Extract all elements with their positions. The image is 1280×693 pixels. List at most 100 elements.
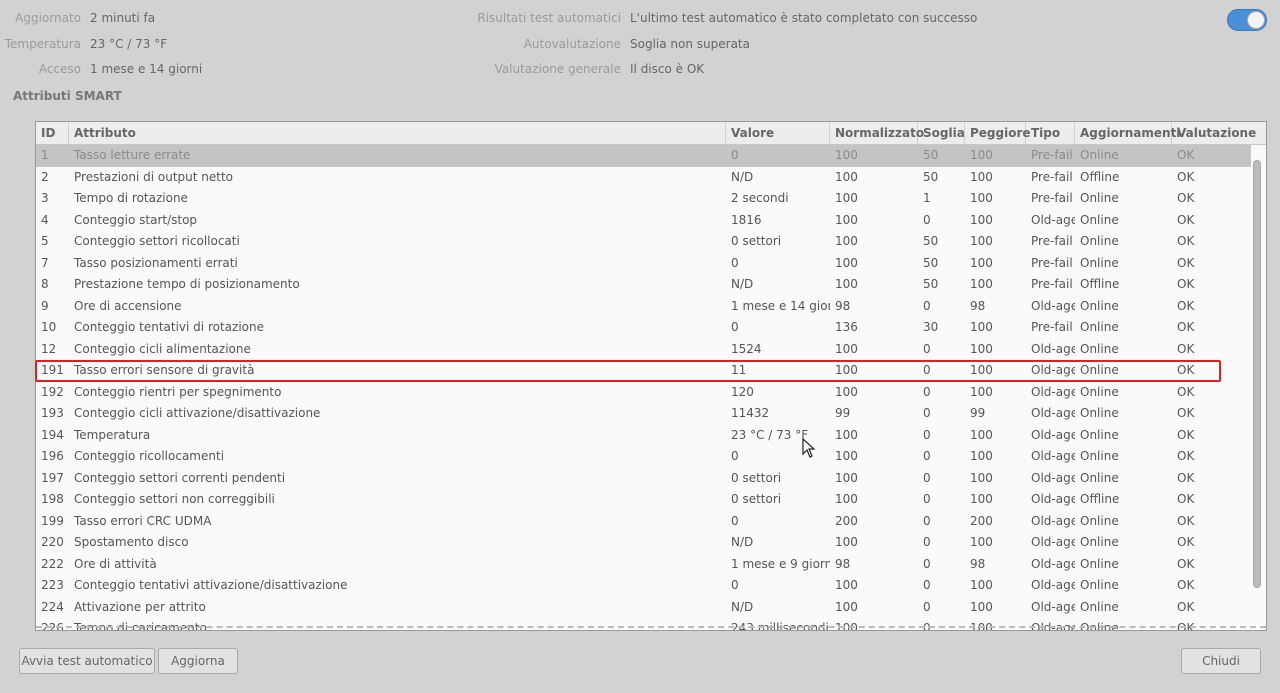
vertical-scrollbar[interactable] [1253, 160, 1261, 588]
table-row[interactable]: 196 Conteggio ricollocamenti 0 100 0 100 Old-a… [36, 446, 1251, 468]
table-body: 1 Tasso letture errate 0 100 50 100 Pre-fail On… [36, 145, 1251, 631]
column-header-normalized[interactable]: Normalizzato [830, 122, 924, 144]
column-header-attribute[interactable]: Attributo [69, 122, 726, 144]
table-row[interactable]: 192 Conteggio rientri per spegnimento 120 1… [36, 382, 1251, 404]
start-selftest-button[interactable]: Avvia test automatico [19, 648, 155, 674]
cell-threshold: 0 [923, 384, 931, 399]
table-row[interactable]: 8 Prestazione tempo di posizionamento N/D 1… [36, 274, 1251, 296]
table-row[interactable]: 1 Tasso letture errate 0 100 50 100 Pre-fail On… [36, 145, 1251, 167]
cell-type: Old-age [1031, 556, 1075, 571]
column-header-type[interactable]: Tipo [1026, 122, 1075, 144]
table-row[interactable]: 197 Conteggio settori correnti pendenti 0 … [36, 468, 1251, 490]
cell-id: 196 [41, 449, 64, 463]
cell-type: Old-age [1031, 449, 1075, 463]
self-assessment-value: Soglia non superata [630, 37, 750, 51]
cell-attribute: Tasso errori sensore di gravità [74, 363, 255, 377]
cell-worst: 99 [970, 406, 986, 420]
table-row[interactable]: 10 Conteggio tentativi di rotazione 0 136 30… [36, 317, 1251, 339]
cell-value: 0 [731, 255, 739, 270]
cell-type: Pre-fail [1031, 255, 1073, 270]
cell-assessment: OK [1177, 191, 1195, 205]
cell-threshold: 0 [923, 406, 931, 420]
table-row[interactable]: 198 Conteggio settori non correggibili 0 s… [36, 489, 1251, 511]
refresh-button[interactable]: Aggiorna [158, 648, 238, 674]
cell-normalized: 100 [835, 277, 858, 291]
column-header-assessment[interactable]: Valutazione [1172, 122, 1256, 144]
cell-type: Pre-fail [1031, 320, 1073, 334]
cell-id: 194 [41, 427, 64, 442]
cell-normalized: 100 [835, 384, 858, 399]
cell-type: Pre-fail [1031, 148, 1073, 162]
table-row[interactable]: 3 Tempo di rotazione 2 secondi 100 1 100 Pre-f… [36, 188, 1251, 210]
cell-type: Old-age [1031, 363, 1075, 377]
cell-normalized: 100 [835, 427, 858, 442]
cell-updates: Online [1080, 556, 1119, 571]
table-row[interactable]: 5 Conteggio settori ricollocati 0 settori 1… [36, 231, 1251, 253]
power-on-value: 1 mese e 14 giorni [90, 62, 203, 76]
table-row[interactable]: 7 Tasso posizionamenti errati 0 100 50 100 Pre… [36, 253, 1251, 275]
smart-enable-toggle[interactable] [1227, 9, 1267, 31]
cell-updates: Online [1080, 148, 1119, 162]
column-header-id[interactable]: ID [36, 122, 69, 144]
cell-assessment: OK [1177, 384, 1195, 399]
table-row[interactable]: 9 Ore di accensione 1 mese e 14 giorni 98 0 9… [36, 296, 1251, 318]
table-row[interactable]: 12 Conteggio cicli alimentazione 1524 100 0 1… [36, 339, 1251, 361]
cell-value: N/D [731, 169, 754, 184]
cell-value: 0 settori [731, 234, 782, 248]
cell-worst: 100 [970, 470, 993, 485]
cell-worst: 100 [970, 621, 993, 631]
column-header-threshold[interactable]: Soglia [918, 122, 965, 144]
cell-threshold: 50 [923, 148, 939, 162]
cell-updates: Online [1080, 470, 1119, 485]
cell-attribute: Spostamento disco [74, 535, 189, 549]
table-row[interactable]: 223 Conteggio tentativi attivazione/disat… [36, 575, 1251, 597]
cell-assessment: OK [1177, 212, 1195, 227]
cell-value: 1 mese e 14 giorni [731, 298, 830, 313]
cell-attribute: Conteggio settori correnti pendenti [74, 470, 286, 485]
close-button[interactable]: Chiudi [1181, 648, 1261, 674]
cell-threshold: 50 [923, 234, 939, 248]
cell-worst: 100 [970, 255, 993, 270]
cell-normalized: 99 [835, 406, 851, 420]
cell-value: 1816 [731, 212, 762, 227]
cell-worst: 100 [970, 384, 993, 399]
table-row[interactable]: 191 Tasso errori sensore di gravità 11 100 0… [36, 360, 1251, 382]
cell-worst: 100 [970, 148, 993, 162]
cell-threshold: 0 [923, 449, 931, 463]
cell-updates: Online [1080, 513, 1119, 528]
cell-worst: 100 [970, 212, 993, 227]
cell-normalized: 100 [835, 234, 858, 248]
cell-threshold: 50 [923, 169, 939, 184]
cell-assessment: OK [1177, 427, 1195, 442]
table-row[interactable]: 2 Prestazioni di output netto N/D 100 50 100 P… [36, 167, 1251, 189]
table-row[interactable]: 193 Conteggio cicli attivazione/disattiva… [36, 403, 1251, 425]
cell-attribute: Prestazione tempo di posizionamento [74, 277, 300, 291]
table-row[interactable]: 222 Ore di attività 1 mese e 9 giorni 98 0 98… [36, 554, 1251, 576]
cell-assessment: OK [1177, 513, 1195, 528]
power-on-label: Acceso [38, 62, 81, 76]
cell-updates: Online [1080, 621, 1119, 631]
table-row[interactable]: 194 Temperatura 23 °C / 73 °F 100 0 100 Old-ag… [36, 425, 1251, 447]
column-header-worst[interactable]: Peggiore [965, 122, 1031, 144]
column-header-value[interactable]: Valore [726, 122, 830, 144]
table-row[interactable]: 220 Spostamento disco N/D 100 0 100 Old-age Onl… [36, 532, 1251, 554]
cell-updates: Online [1080, 255, 1119, 270]
column-header-updates[interactable]: Aggiornamenti [1075, 122, 1180, 144]
cell-normalized: 136 [835, 320, 858, 334]
cell-value: 243 millisecondi [731, 621, 829, 631]
cell-attribute: Attivazione per attrito [74, 599, 206, 614]
cell-attribute: Tempo di caricamento [74, 621, 207, 631]
cell-id: 8 [41, 277, 49, 291]
toggle-knob [1247, 11, 1265, 29]
table-row[interactable]: 226 Tempo di caricamento 243 millisecondi 1… [36, 618, 1251, 631]
cell-id: 199 [41, 513, 64, 528]
table-row[interactable]: 199 Tasso errori CRC UDMA 0 200 0 200 Old-age O… [36, 511, 1251, 533]
cell-id: 223 [41, 578, 64, 592]
table-row[interactable]: 224 Attivazione per attrito N/D 100 0 100 Old-… [36, 597, 1251, 619]
smart-attributes-table[interactable]: ID Attributo Valore Normalizzato Soglia … [35, 121, 1267, 631]
cell-threshold: 0 [923, 363, 931, 377]
cell-threshold: 0 [923, 470, 931, 485]
cell-worst: 100 [970, 492, 993, 506]
table-row[interactable]: 4 Conteggio start/stop 1816 100 0 100 Old-age O… [36, 210, 1251, 232]
cell-threshold: 0 [923, 298, 931, 313]
